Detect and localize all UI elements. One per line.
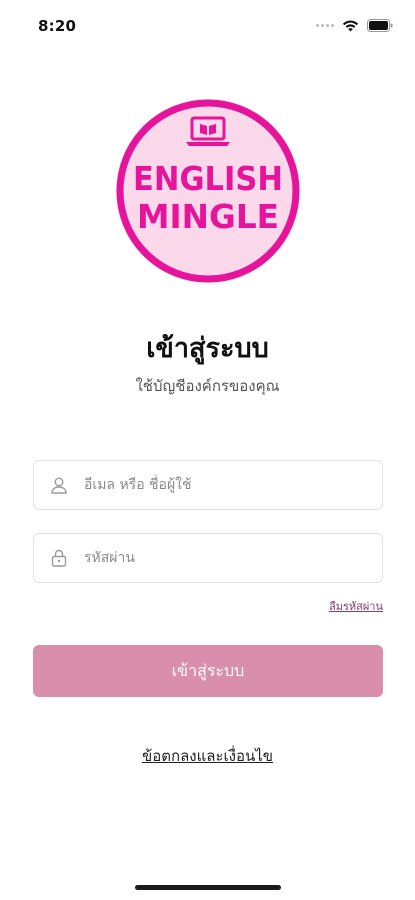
signal-icon — [316, 24, 334, 27]
status-time: 8:20 — [38, 17, 77, 35]
app-logo: ENGLISH MINGLE — [108, 96, 308, 286]
password-field[interactable] — [33, 533, 383, 583]
user-icon — [34, 476, 84, 494]
logo-text-line2: MINGLE — [137, 197, 279, 236]
email-input[interactable] — [84, 461, 382, 509]
lock-icon — [34, 549, 84, 567]
password-input[interactable] — [84, 534, 382, 582]
terms-container: ข้อตกลงและเงื่อนไข — [0, 744, 415, 768]
logo-text-line1: ENGLISH — [133, 159, 283, 198]
terms-link[interactable]: ข้อตกลงและเงื่อนไข — [142, 747, 273, 765]
home-indicator[interactable] — [135, 885, 281, 890]
wifi-icon — [342, 19, 359, 32]
status-icons — [316, 19, 393, 32]
page-title: เข้าสู่ระบบ — [146, 333, 269, 364]
email-field[interactable] — [33, 460, 383, 510]
status-bar: 8:20 — [0, 0, 415, 50]
page-subtitle: ใช้บัญชีองค์กรของคุณ — [135, 377, 280, 395]
login-button[interactable]: เข้าสู่ระบบ — [33, 645, 383, 697]
battery-icon — [367, 19, 393, 32]
forgot-password-link[interactable]: ลืมรหัสผ่าน — [329, 597, 383, 615]
